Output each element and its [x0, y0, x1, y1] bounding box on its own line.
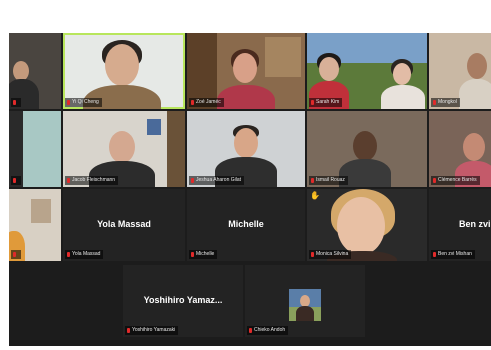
participant-video	[13, 61, 29, 81]
participant-name-tag: Mongkol	[431, 98, 460, 107]
mic-muted-icon	[433, 178, 436, 183]
video-tile[interactable]	[9, 189, 61, 261]
name-only-tile[interactable]: Yola Massad Yola Massad	[63, 189, 185, 261]
participant-name-tag: Yi Qi Cheng	[65, 98, 102, 107]
raised-hand-icon: ✋	[310, 191, 320, 200]
mic-muted-icon	[13, 100, 16, 105]
video-tile[interactable]: Jacob Fleischmann	[63, 111, 185, 187]
participant-display-name: Yoshihiro Yamaz...	[143, 295, 223, 306]
mic-muted-icon	[13, 252, 16, 257]
name-only-tile[interactable]: Ben zvi M Ben zvi Mishan	[429, 189, 491, 261]
mic-muted-icon	[13, 178, 16, 183]
participant-video	[234, 128, 258, 158]
participant-name-tag: Clémence Barrès	[431, 176, 480, 185]
participant-video	[319, 57, 339, 81]
video-tile-active-speaker[interactable]: Yi Qi Cheng	[63, 33, 185, 109]
participant-video	[463, 133, 485, 161]
mic-muted-icon	[127, 328, 130, 333]
participant-name-tag: Ben zvi Mishan	[431, 250, 475, 259]
video-tile[interactable]: Clémence Barrès	[429, 111, 491, 187]
participant-name-tag: Jacob Fleischmann	[65, 176, 119, 185]
video-tile[interactable]	[9, 111, 61, 187]
participant-name-tag	[11, 250, 21, 259]
zoom-gallery-view: Yi Qi Cheng Zoé Jaméc Sarah Kim Mongkol …	[9, 33, 491, 346]
name-only-tile[interactable]: Michelle Michelle	[187, 189, 305, 261]
video-tile[interactable]: Sarah Kim	[307, 33, 427, 109]
participant-name-tag: Chieko Andoh	[247, 326, 289, 335]
participant-video	[337, 197, 385, 255]
participant-name-tag	[11, 176, 21, 185]
video-tile[interactable]: Zoé Jaméc	[187, 33, 305, 109]
participant-name-tag: Yola Massad	[65, 250, 104, 259]
participant-video	[105, 44, 139, 86]
mic-muted-icon	[191, 252, 194, 257]
mic-muted-icon	[433, 252, 436, 257]
participant-name-tag: Jeshua Aharon Gilat	[189, 176, 245, 185]
mic-muted-icon	[311, 178, 314, 183]
mic-muted-icon	[67, 178, 70, 183]
mic-muted-icon	[67, 252, 70, 257]
participant-name-tag	[11, 98, 21, 107]
video-tile[interactable]: Ismail Rouaz	[307, 111, 427, 187]
participant-name-tag: Yoshihiro Yamazaki	[125, 326, 179, 335]
video-tile[interactable]: ✋ Monica Silvina	[307, 189, 427, 261]
name-only-tile[interactable]: Yoshihiro Yamaz... Yoshihiro Yamazaki	[123, 265, 243, 337]
mic-muted-icon	[191, 100, 194, 105]
mic-muted-icon	[311, 100, 314, 105]
participant-name-tag: Zoé Jaméc	[189, 98, 224, 107]
participant-name-tag: Sarah Kim	[309, 98, 343, 107]
participant-display-name: Yola Massad	[97, 219, 151, 230]
participant-video	[353, 131, 377, 161]
video-tile[interactable]	[9, 33, 61, 109]
participant-video	[467, 53, 487, 79]
participant-name-tag: Ismail Rouaz	[309, 176, 348, 185]
video-tile[interactable]: Jeshua Aharon Gilat	[187, 111, 305, 187]
mic-muted-icon	[433, 100, 436, 105]
mic-muted-icon	[311, 252, 314, 257]
mic-muted-icon	[67, 100, 70, 105]
participant-display-name: Ben zvi M	[459, 219, 491, 230]
participant-video	[109, 131, 135, 163]
participant-name-tag: Monica Silvina	[309, 250, 352, 259]
participant-video	[233, 53, 257, 83]
video-tile[interactable]: Chieko Andoh	[245, 265, 365, 337]
participant-name-tag: Michelle	[189, 250, 218, 259]
mic-muted-icon	[191, 178, 194, 183]
mic-muted-icon	[249, 328, 252, 333]
participant-display-name: Michelle	[228, 219, 264, 230]
profile-photo	[289, 289, 321, 321]
video-tile[interactable]: Mongkol	[429, 33, 491, 109]
